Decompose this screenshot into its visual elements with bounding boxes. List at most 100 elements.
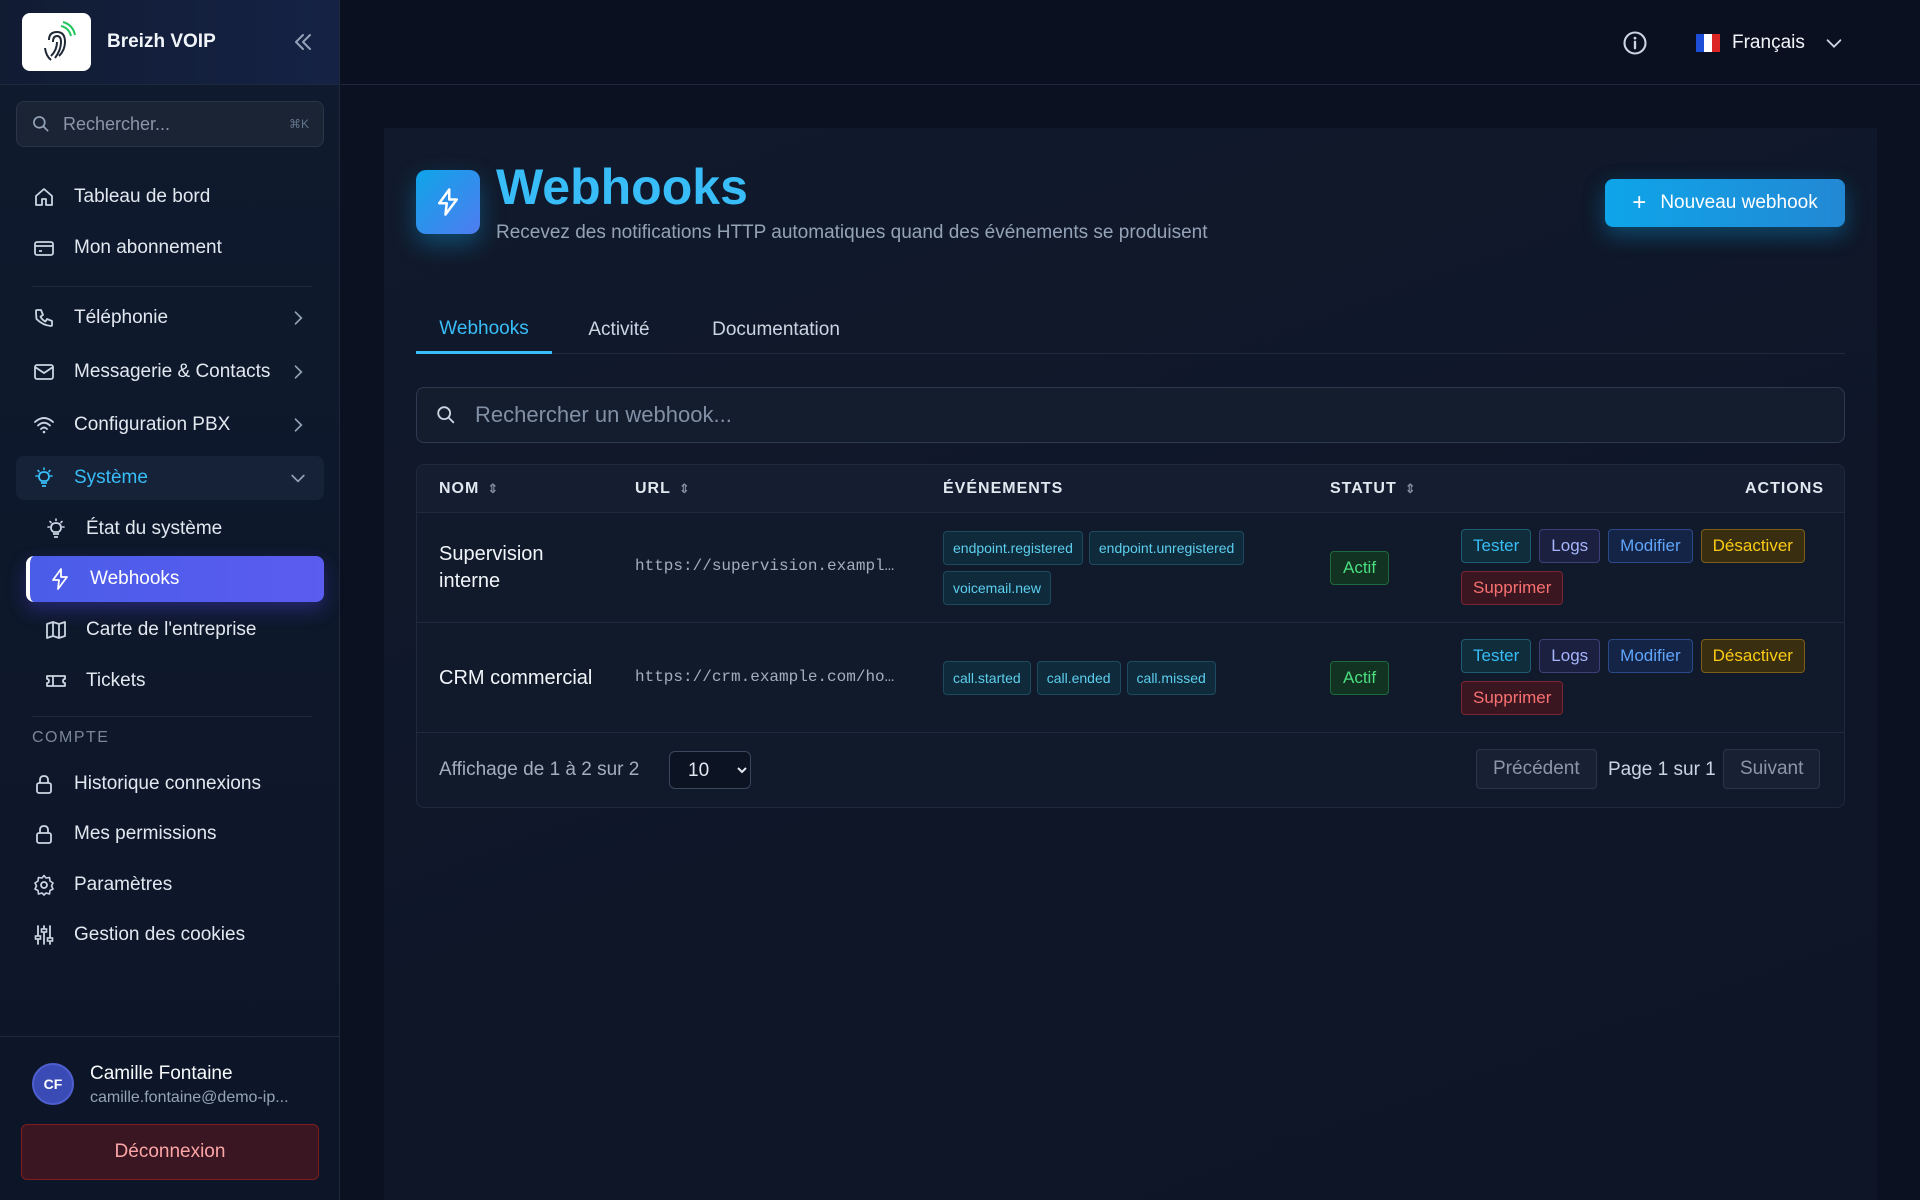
card-icon [32, 236, 56, 260]
sidebar-item-system[interactable]: Système [16, 456, 324, 500]
french-flag-icon [1696, 34, 1720, 52]
sidebar-search[interactable]: ⌘K [16, 101, 324, 147]
sidebar-item-tickets[interactable]: Tickets [26, 659, 324, 703]
event-tag: voicemail.new [943, 571, 1051, 605]
sidebar-item-dashboard[interactable]: Tableau de bord [16, 175, 324, 219]
sliders-icon [32, 923, 56, 947]
sidebar-item-label: État du système [86, 518, 223, 539]
event-tags: call.started call.ended call.missed [943, 661, 1283, 695]
sidebar-item-system-status[interactable]: État du système [26, 507, 324, 551]
bolt-icon [438, 188, 458, 216]
sidebar-item-login-history[interactable]: Historique connexions [16, 762, 324, 806]
search-icon [437, 406, 455, 424]
user-email: camille.fontaine@demo-ip... [90, 1089, 289, 1106]
chevron-right-icon [294, 418, 303, 432]
next-page-button[interactable]: Suivant [1723, 749, 1821, 789]
sidebar-item-label: Mon abonnement [74, 237, 222, 258]
column-header-url[interactable]: URL ⇕ [635, 465, 691, 513]
showing-count: Affichage de 1 à 2 sur 2 [439, 759, 640, 780]
disable-button[interactable]: Désactiver [1700, 529, 1805, 563]
sort-icon[interactable]: ⇕ [679, 481, 691, 497]
sidebar-section-account: COMPTE [32, 729, 110, 746]
test-button[interactable]: Tester [1461, 639, 1532, 673]
language-selector[interactable]: Français [1696, 24, 1845, 62]
table-footer: Affichage de 1 à 2 sur 2 10 Précédent Pa… [417, 733, 1844, 807]
lock-icon [32, 822, 56, 846]
page-info: Page 1 sur 1 [1608, 759, 1716, 780]
sidebar-item-messaging[interactable]: Messagerie & Contacts [16, 350, 324, 394]
sidebar: Breizh VOIP ⌘K Tableau de bord Mon abonn… [0, 0, 340, 1200]
plus-icon: + [1632, 189, 1647, 216]
sort-icon[interactable]: ⇕ [1405, 481, 1417, 497]
sidebar-search-input[interactable] [63, 113, 289, 135]
bulb-icon [32, 466, 56, 490]
sidebar-item-cookies[interactable]: Gestion des cookies [16, 913, 324, 957]
column-label: URL [635, 480, 671, 497]
chevron-right-icon [294, 365, 303, 379]
tab-documentation[interactable]: Documentation [686, 306, 866, 354]
sidebar-item-label: Tickets [86, 670, 146, 691]
webhook-name-line: CRM commercial [439, 667, 593, 689]
webhook-search-input[interactable] [475, 402, 1826, 428]
sidebar-item-telephony[interactable]: Téléphonie [16, 296, 324, 340]
sidebar-item-pbx-config[interactable]: Configuration PBX [16, 403, 324, 447]
sidebar-item-webhooks[interactable]: Webhooks [26, 556, 324, 602]
sort-icon[interactable]: ⇕ [487, 481, 499, 497]
bolt-icon [48, 567, 72, 591]
page-size-select[interactable]: 10 [669, 751, 751, 789]
collapse-sidebar-button[interactable] [289, 28, 317, 56]
lock-icon [32, 772, 56, 796]
status-badge: Actif [1330, 661, 1390, 695]
topbar: Français [341, 0, 1920, 85]
event-tag: call.started [943, 661, 1031, 695]
sidebar-item-permissions[interactable]: Mes permissions [16, 812, 324, 856]
sidebar-item-settings[interactable]: Paramètres [16, 863, 324, 907]
search-shortcut: ⌘K [288, 117, 309, 131]
table-row: CRM commercial https://crm.example.com/h… [417, 623, 1844, 733]
sidebar-item-label: Mes permissions [74, 823, 217, 844]
brand-logo[interactable] [22, 13, 91, 71]
webhook-name: CRM commercial [439, 665, 592, 692]
webhook-name: Supervision interne [439, 541, 544, 595]
sidebar-item-label: Carte de l'entreprise [86, 619, 257, 640]
tab-webhooks[interactable]: Webhooks [416, 306, 552, 354]
logs-button[interactable]: Logs [1539, 529, 1601, 563]
new-webhook-button[interactable]: + Nouveau webhook [1605, 179, 1845, 227]
wifi-icon [32, 413, 56, 437]
edit-button[interactable]: Modifier [1608, 639, 1693, 673]
table-header: NOM ⇕ URL ⇕ ÉVÉNEMENTS STATUT ⇕ ACTIONS [417, 465, 1844, 513]
webhooks-table: NOM ⇕ URL ⇕ ÉVÉNEMENTS STATUT ⇕ ACTIONS Sup… [416, 464, 1845, 808]
new-webhook-label: Nouveau webhook [1660, 192, 1818, 213]
sidebar-item-label: Messagerie & Contacts [74, 361, 271, 382]
column-label: NOM [439, 480, 480, 497]
logs-button[interactable]: Logs [1539, 639, 1601, 673]
ticket-icon [44, 669, 68, 693]
disable-button[interactable]: Désactiver [1700, 639, 1805, 673]
column-header-status[interactable]: STATUT ⇕ [1330, 465, 1417, 513]
chevron-down-icon [1826, 39, 1842, 48]
column-header-actions: ACTIONS [1745, 480, 1824, 497]
chevron-right-icon [294, 311, 303, 325]
previous-page-button[interactable]: Précédent [1476, 749, 1597, 789]
sidebar-item-label: Historique connexions [74, 773, 261, 794]
delete-button[interactable]: Supprimer [1461, 681, 1564, 715]
map-icon [44, 618, 68, 642]
row-actions: Tester Logs Modifier Désactiver Supprime… [1461, 639, 1826, 715]
info-button[interactable] [1621, 29, 1649, 57]
logout-button[interactable]: Déconnexion [21, 1124, 319, 1180]
sidebar-item-company-map[interactable]: Carte de l'entreprise [26, 608, 324, 652]
tab-activity[interactable]: Activité [552, 306, 686, 354]
language-label: Français [1732, 32, 1805, 53]
webhooks-header-icon [416, 170, 480, 234]
avatar[interactable]: CF [32, 1063, 74, 1105]
fingerprint-icon [43, 21, 76, 61]
delete-button[interactable]: Supprimer [1461, 571, 1564, 605]
test-button[interactable]: Tester [1461, 529, 1532, 563]
edit-button[interactable]: Modifier [1608, 529, 1693, 563]
sidebar-item-subscription[interactable]: Mon abonnement [16, 226, 324, 270]
webhook-search[interactable] [416, 387, 1845, 443]
column-header-name[interactable]: NOM ⇕ [439, 465, 499, 513]
webhook-name-line: Supervision [439, 543, 544, 565]
phone-icon [32, 306, 56, 330]
user-name: Camille Fontaine [90, 1063, 233, 1084]
